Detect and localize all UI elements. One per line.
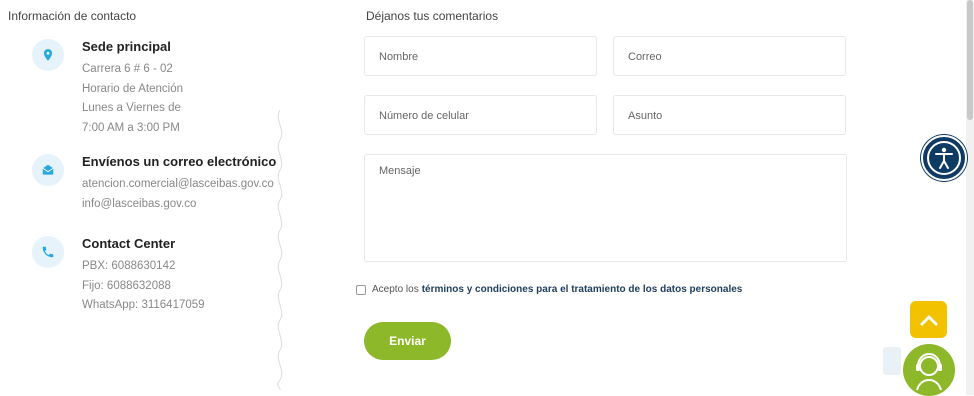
contact-line: WhatsApp: 3116417059 bbox=[82, 299, 205, 311]
name-input[interactable]: Nombre bbox=[364, 36, 597, 76]
subject-placeholder: Asunto bbox=[628, 110, 663, 122]
email-placeholder: Correo bbox=[628, 51, 662, 63]
contact-line: Fijo: 6088632088 bbox=[82, 279, 171, 292]
contact-heading: Envíenos un correo electrónico bbox=[82, 154, 277, 169]
scrollbar[interactable] bbox=[966, 0, 974, 395]
consent-checkbox[interactable] bbox=[356, 284, 366, 295]
wavy-divider bbox=[277, 110, 283, 390]
scrollbar-thumb[interactable] bbox=[967, 0, 973, 120]
contact-item-headquarters: Sede principal Carrera 6 # 6 - 02 Horari… bbox=[30, 39, 290, 139]
accessibility-person-icon bbox=[927, 141, 961, 175]
contact-line: Carrera 6 # 6 - 02 bbox=[82, 63, 173, 75]
contact-line: 7:00 AM a 3:00 PM bbox=[82, 121, 180, 134]
feedback-form-title: Déjanos tus comentarios bbox=[366, 9, 499, 23]
contact-item-call-center: Contact Center PBX: 6088630142 Fijo: 608… bbox=[30, 236, 290, 316]
contact-item-email: Envíenos un correo electrónico atencion.… bbox=[30, 154, 290, 224]
accessibility-button[interactable] bbox=[921, 135, 967, 181]
contact-heading: Sede principal bbox=[82, 39, 171, 54]
phone-icon bbox=[32, 236, 64, 268]
contact-line: Horario de Atención bbox=[82, 82, 184, 95]
message-placeholder: Mensaje bbox=[379, 165, 421, 177]
contact-info-title: Información de contacto bbox=[8, 9, 137, 23]
send-button[interactable]: Enviar bbox=[364, 322, 451, 360]
watermark-icon bbox=[883, 347, 901, 375]
chevron-up-icon bbox=[920, 315, 937, 325]
phone-placeholder: Número de celular bbox=[379, 110, 469, 122]
email-input[interactable]: Correo bbox=[613, 36, 846, 76]
envelope-icon bbox=[32, 154, 64, 186]
contact-heading: Contact Center bbox=[82, 236, 176, 251]
contact-line: Lunes a Viernes de bbox=[82, 102, 181, 114]
contact-line: PBX: 6088630142 bbox=[82, 260, 176, 272]
name-placeholder: Nombre bbox=[379, 51, 419, 63]
consent-prefix: Acepto los bbox=[372, 284, 419, 295]
message-textarea[interactable]: Mensaje bbox=[364, 154, 847, 262]
terms-link[interactable]: términos y condiciones para el tratamien… bbox=[422, 284, 743, 295]
phone-input[interactable]: Número de celular bbox=[364, 95, 597, 135]
headset-agent-icon bbox=[916, 352, 942, 391]
email-link[interactable]: info@lasceibas.gov.co bbox=[82, 195, 292, 215]
location-pin-icon bbox=[32, 39, 64, 71]
email-link[interactable]: atencion.comercial@lasceibas.gov.co bbox=[82, 175, 292, 195]
consent-row: Acepto los términos y condiciones para e… bbox=[356, 284, 742, 295]
subject-input[interactable]: Asunto bbox=[613, 95, 846, 135]
scroll-top-button[interactable] bbox=[910, 301, 947, 338]
support-chat-button[interactable] bbox=[903, 344, 955, 396]
